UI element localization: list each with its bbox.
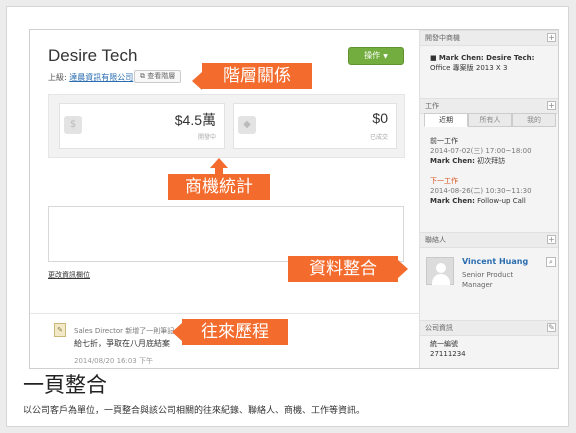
contact-card[interactable]: Vincent Huang Senior Product Manager ⌕ <box>424 254 556 304</box>
sidebar: 開發中商機 + ■ Mark Chen: Desire Tech: Office… <box>420 30 558 368</box>
stat-value: $4.5萬 <box>174 112 216 128</box>
caption-title: 一頁整合 <box>23 373 107 397</box>
feed-item-text: 給七折，爭取在八月底結案 <box>74 339 170 348</box>
figure-frame: Desire Tech 上級: 達晨資訊有限公司 ⧉ 查看階層 操作 ▼ $ $4… <box>6 6 569 427</box>
tab-all[interactable]: 所有人 <box>468 113 512 127</box>
task-name: 初次拜訪 <box>477 157 506 165</box>
task-name: Follow-up Call <box>477 197 526 205</box>
feed-item-time: 2014/08/20 16:03 下午 <box>74 357 153 365</box>
action-button-label: 操作 <box>364 51 381 60</box>
handshake-icon: ◆ <box>238 116 256 134</box>
previous-task[interactable]: 前一工作 2014-07-02(三) 17:00~18:00 Mark Chen… <box>430 136 554 166</box>
company-info-header-label: 公司資訊 <box>425 324 453 332</box>
parent-company-line: 上級: 達晨資訊有限公司 <box>48 72 133 83</box>
task-tabs: 近期 所有人 我的 <box>424 113 556 127</box>
callout-arrow-right <box>398 260 408 278</box>
opportunity-stats: $ $4.5萬 開發中 ◆ $0 已成交 <box>48 94 405 158</box>
company-info-header: 公司資訊 ✎ <box>420 320 558 336</box>
opportunities-header: 開發中商機 + <box>420 30 558 46</box>
opportunities-header-label: 開發中商機 <box>425 34 460 42</box>
task-label: 前一工作 <box>430 137 458 145</box>
next-task[interactable]: 下一工作 2014-08-26(二) 10:30~11:30 Mark Chen… <box>430 176 554 206</box>
feed-item-header: Sales Director 新增了一則筆記 <box>74 327 175 335</box>
note-icon: ✎ <box>54 323 66 337</box>
company-info: 統一編號 27111234 <box>430 339 466 359</box>
task-time: 2014-08-26(二) 10:30~11:30 <box>430 187 532 195</box>
add-contact-icon[interactable]: + <box>547 235 556 244</box>
callout-stats: 商機統計 <box>168 174 270 200</box>
caption-body: 以公司客戶為單位，一頁整合與該公司相關的往來紀錄、聯絡人、商機、工作等資訊。 <box>23 406 366 416</box>
avatar <box>426 257 454 285</box>
chevron-down-icon: ▼ <box>383 53 388 60</box>
add-opportunity-icon[interactable]: + <box>547 33 556 42</box>
callout-arrow-left <box>172 323 182 341</box>
contact-name[interactable]: Vincent Huang <box>462 257 528 266</box>
callout-arrow-up <box>210 158 228 168</box>
stat-value: $0 <box>372 110 388 126</box>
tab-mine[interactable]: 我的 <box>512 113 556 127</box>
task-owner: Mark Chen: <box>430 157 475 165</box>
parent-label: 上級: <box>48 73 67 82</box>
stat-card-won[interactable]: ◆ $0 已成交 <box>233 103 397 149</box>
callout-integration: 資料整合 <box>288 256 398 282</box>
crm-screenshot: Desire Tech 上級: 達晨資訊有限公司 ⧉ 查看階層 操作 ▼ $ $4… <box>29 29 559 369</box>
tax-id-label: 統一編號 <box>430 340 458 348</box>
opportunity-owner: Mark Chen: Desire Tech: <box>438 54 535 62</box>
action-button[interactable]: 操作 ▼ <box>348 47 404 65</box>
callout-history: 往來歷程 <box>182 319 288 345</box>
stat-label: 已成交 <box>369 134 388 141</box>
callout-arrow-left <box>192 72 202 90</box>
custom-fields-area <box>48 206 404 262</box>
edit-fields-link[interactable]: 更改資訊欄位 <box>48 270 90 280</box>
add-task-icon[interactable]: + <box>547 101 556 110</box>
parent-company-link[interactable]: 達晨資訊有限公司 <box>69 73 133 82</box>
money-bag-icon: $ <box>64 116 82 134</box>
divider <box>30 313 420 314</box>
bullet-icon: ■ <box>430 54 439 62</box>
edit-company-info-icon[interactable]: ✎ <box>547 323 556 332</box>
hierarchy-icon: ⧉ <box>140 72 145 80</box>
stat-card-open[interactable]: $ $4.5萬 開發中 <box>59 103 225 149</box>
company-title: Desire Tech <box>48 46 138 65</box>
task-label: 下一工作 <box>430 177 458 185</box>
tasks-header: 工作 + <box>420 98 558 114</box>
tax-id-value: 27111234 <box>430 350 466 358</box>
callout-hierarchy: 階層關係 <box>202 63 312 89</box>
task-time: 2014-07-02(三) 17:00~18:00 <box>430 147 532 155</box>
tab-recent[interactable]: 近期 <box>424 113 468 127</box>
view-hierarchy-label: 查看階層 <box>147 72 176 80</box>
contact-title: Senior Product Manager <box>462 271 514 289</box>
opportunity-name: Office 專案版 2013 X 3 <box>430 64 508 72</box>
view-hierarchy-button[interactable]: ⧉ 查看階層 <box>134 70 182 83</box>
stat-label: 開發中 <box>197 134 216 141</box>
tasks-header-label: 工作 <box>425 102 439 110</box>
contacts-header-label: 聯絡人 <box>425 236 446 244</box>
search-icon[interactable]: ⌕ <box>546 257 556 267</box>
task-owner: Mark Chen: <box>430 197 475 205</box>
opportunity-item[interactable]: ■ Mark Chen: Desire Tech: Office 專案版 201… <box>430 53 552 73</box>
contacts-header: 聯絡人 + <box>420 232 558 248</box>
